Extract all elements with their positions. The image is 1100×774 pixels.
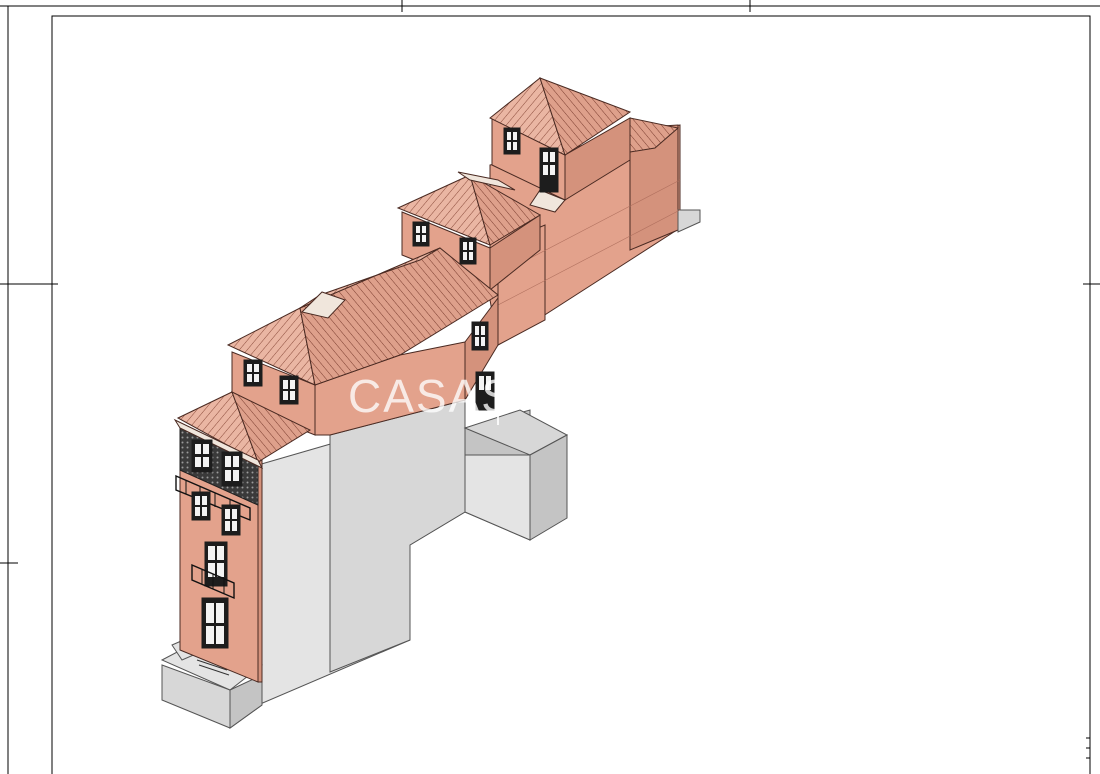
main-window-2 xyxy=(279,375,299,405)
front-window-2 xyxy=(221,451,243,487)
tower-window-1 xyxy=(503,127,521,155)
corner-marks xyxy=(1086,737,1090,759)
front-window-3 xyxy=(191,491,211,521)
watermark-brand-text: CASAS xyxy=(348,370,514,422)
middle-window-2 xyxy=(459,237,477,265)
tower-window-2 xyxy=(539,147,559,193)
main-window-1 xyxy=(243,359,263,387)
front-window-4 xyxy=(221,504,241,536)
front-door xyxy=(201,597,229,649)
isometric-building-drawing: CASAS PORTO xyxy=(0,0,1100,774)
front-window-1 xyxy=(191,439,213,473)
watermark-secondary-text: PORTO xyxy=(555,373,725,422)
gray-party-walls xyxy=(257,399,569,706)
middle-window-1 xyxy=(412,221,430,247)
main-window-3 xyxy=(471,321,489,351)
